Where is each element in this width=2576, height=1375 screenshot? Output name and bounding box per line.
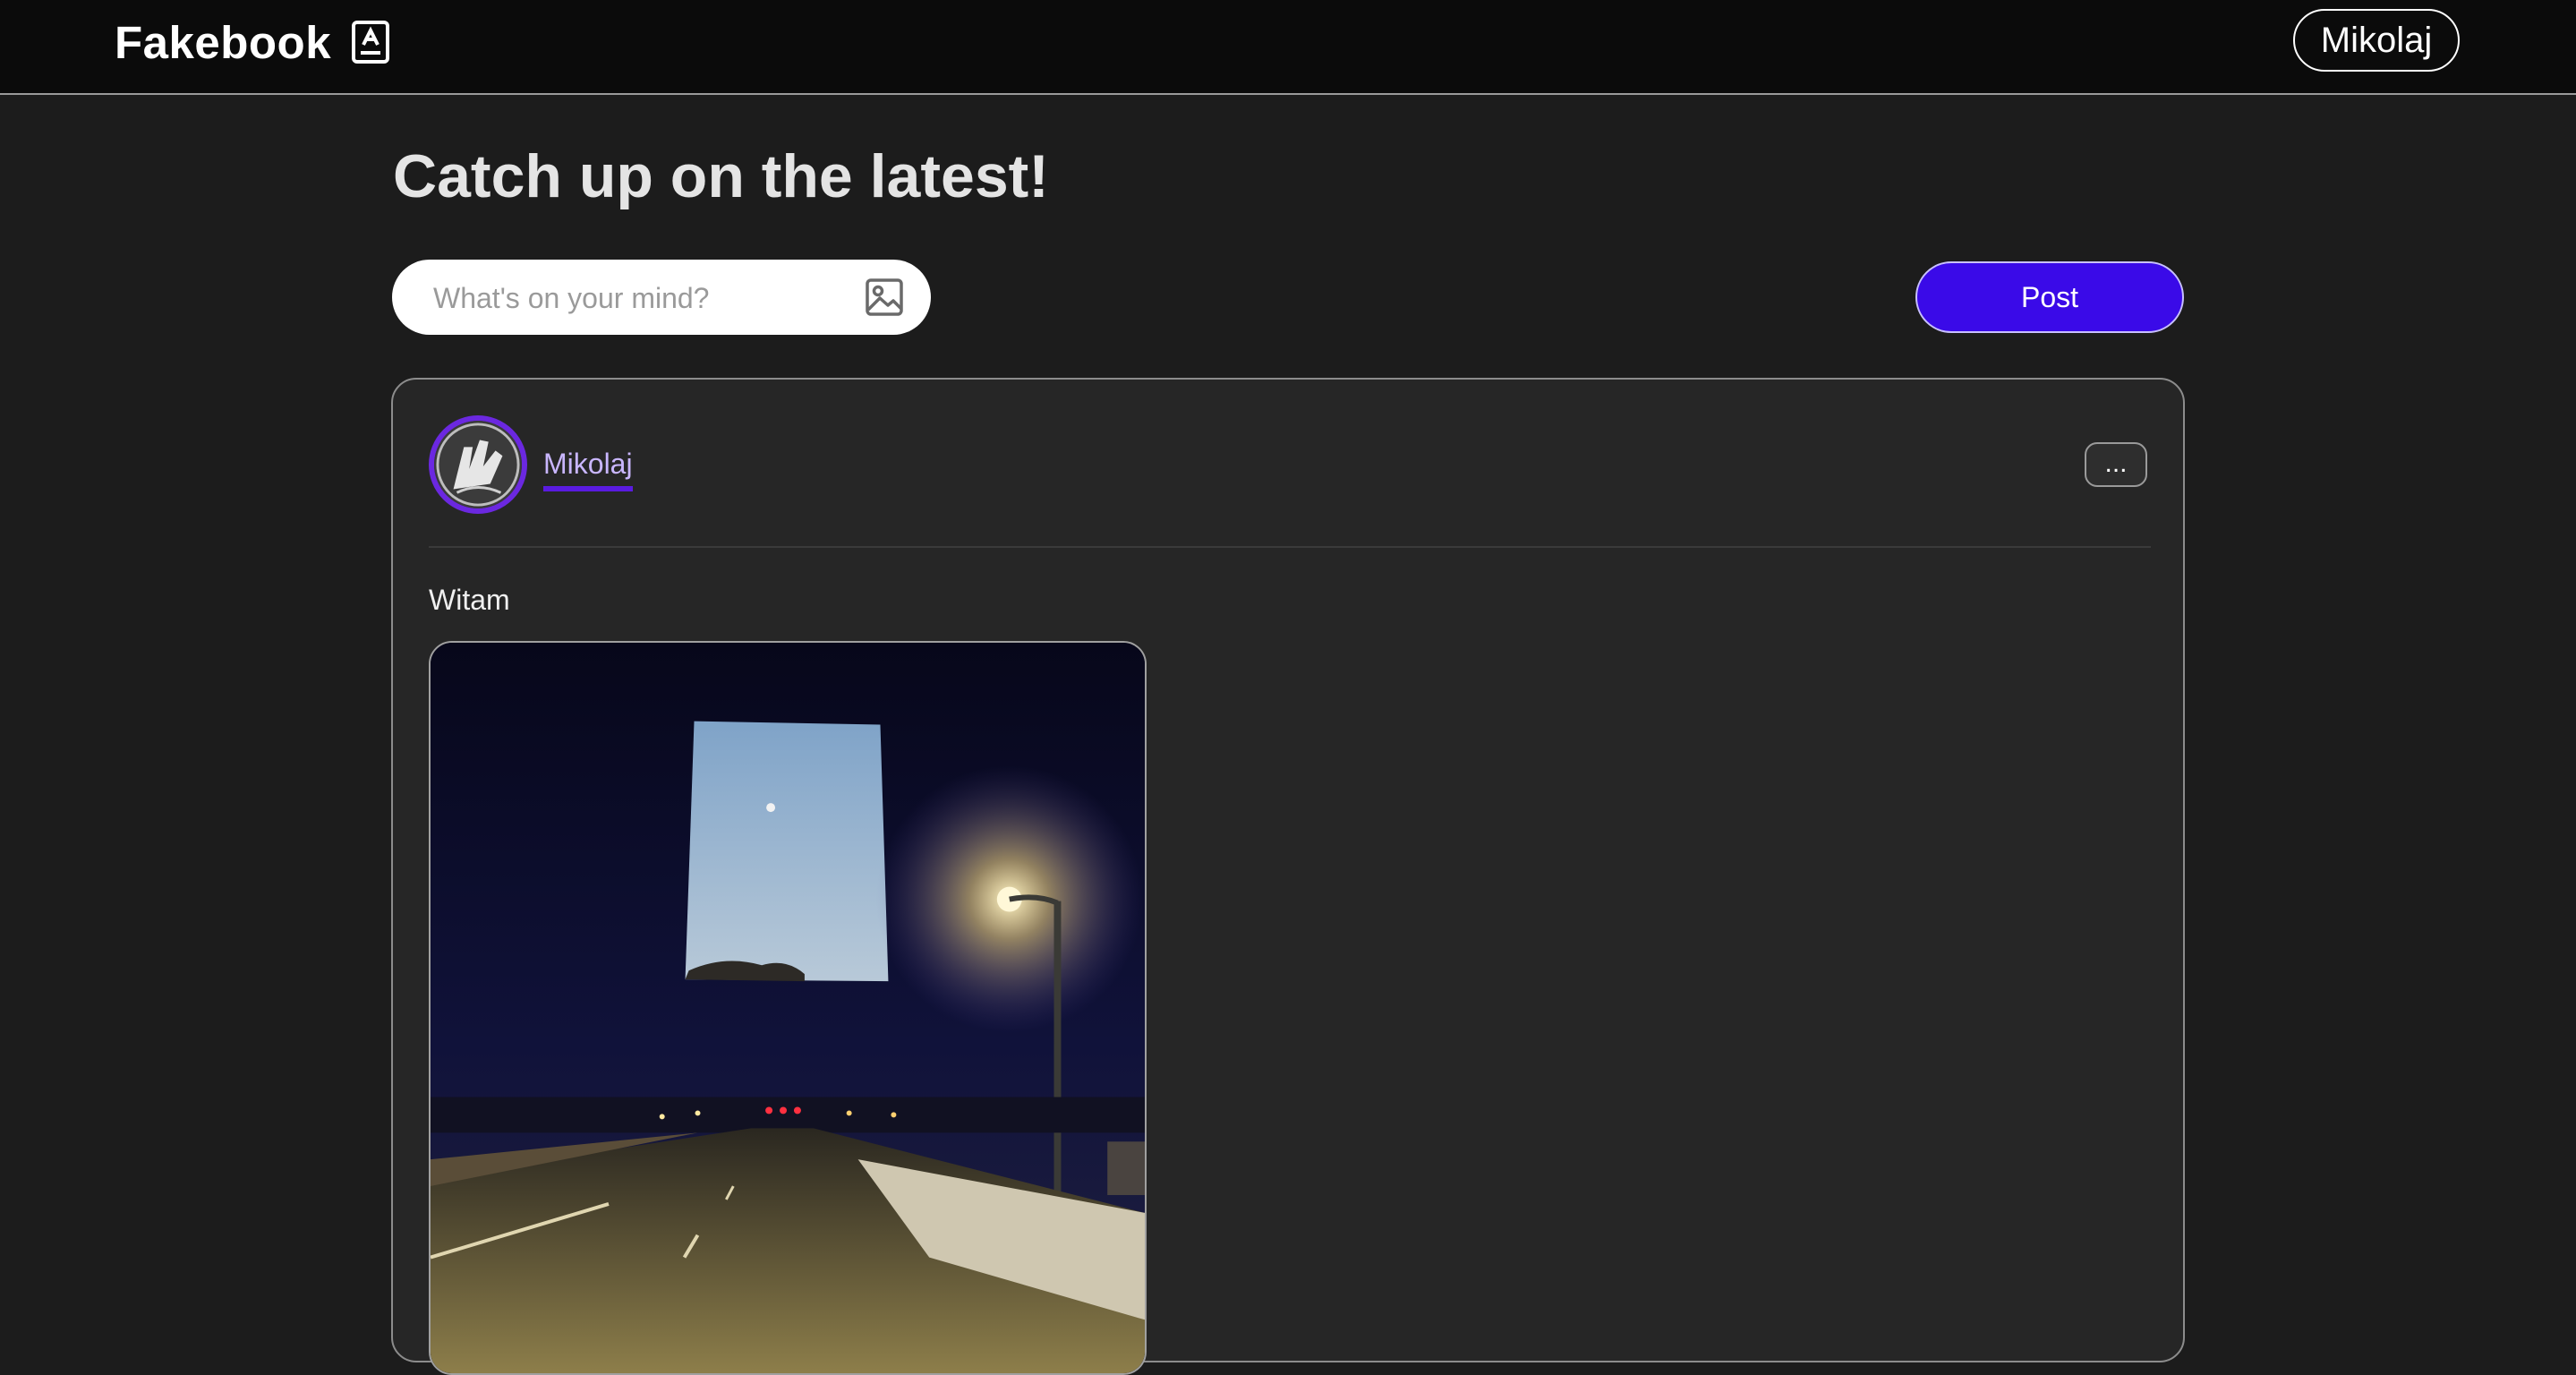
- image-icon[interactable]: [865, 278, 904, 317]
- post-composer: [392, 260, 931, 337]
- post-image[interactable]: [429, 641, 1147, 1375]
- top-navigation-bar: Fakebook Mikolaj: [0, 0, 2576, 95]
- page-title: Catch up on the latest!: [393, 142, 1049, 210]
- brand-name[interactable]: Fakebook: [115, 16, 331, 69]
- post-options-button[interactable]: ...: [2085, 442, 2147, 487]
- brand[interactable]: Fakebook: [115, 13, 390, 72]
- post-author-link[interactable]: Mikolaj: [543, 448, 633, 491]
- profile-book-icon: [351, 20, 390, 64]
- avatar[interactable]: [429, 415, 527, 514]
- post-button[interactable]: Post: [1915, 261, 2184, 333]
- post-card: Mikolaj ... Witam: [391, 378, 2185, 1375]
- post-text: Witam: [429, 584, 510, 616]
- user-profile-button[interactable]: Mikolaj: [2293, 9, 2460, 72]
- post-input[interactable]: [431, 260, 847, 337]
- divider: [429, 546, 2151, 548]
